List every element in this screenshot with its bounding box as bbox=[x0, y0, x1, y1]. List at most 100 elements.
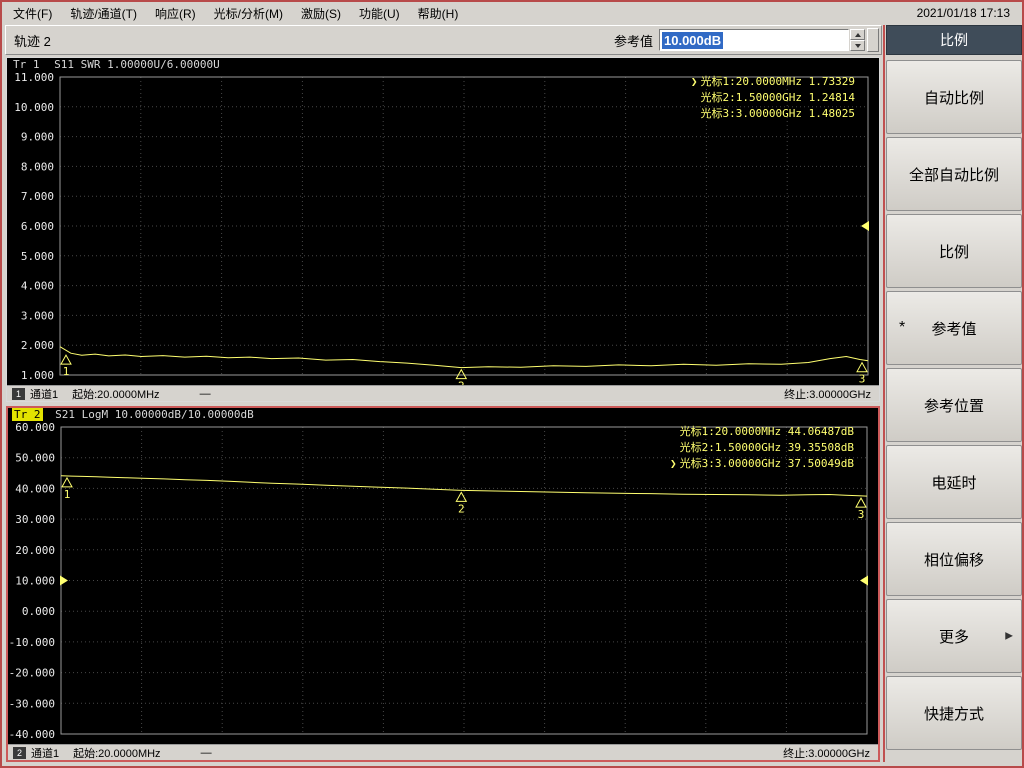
svg-text:1: 1 bbox=[63, 365, 70, 378]
chart-window-2: Tr 2 S21 LogM 10.00000dB/10.00000dB 60.0… bbox=[6, 406, 880, 762]
menu-file[interactable]: 文件(F) bbox=[4, 3, 61, 24]
svg-text:30.000: 30.000 bbox=[15, 513, 55, 526]
active-entry-asterisk: * bbox=[899, 319, 906, 336]
start-frequency: 起始:20.0000MHz bbox=[73, 747, 161, 760]
sidebar-button-label: 自动比例 bbox=[923, 89, 984, 107]
menu-response[interactable]: 响应(R) bbox=[146, 3, 205, 24]
svg-text:2.000: 2.000 bbox=[21, 339, 54, 352]
marker-readout-line: 光标2:1.50000GHz 1.24814 bbox=[691, 90, 855, 106]
ref-value-input[interactable]: 10.000dB bbox=[659, 29, 849, 51]
marker-readout-text: 光标3:3.00000GHz 1.48025 bbox=[700, 107, 855, 120]
svg-text:-20.000: -20.000 bbox=[9, 667, 55, 680]
svg-text:10.000: 10.000 bbox=[14, 101, 54, 114]
svg-text:7.000: 7.000 bbox=[21, 190, 54, 203]
svg-text:3.000: 3.000 bbox=[21, 309, 54, 322]
svg-text:0.000: 0.000 bbox=[22, 605, 55, 618]
marker-readout-line: ❯ 光标3:3.00000GHz 37.50049dB bbox=[670, 456, 854, 472]
menu-marker-analysis[interactable]: 光标/分析(M) bbox=[205, 3, 292, 24]
softkey-sidebar: 比例 自动比例 全部自动比例 比例 * 参考值 参考位置 电延时 相位偏移 更多… bbox=[886, 25, 1022, 753]
marker-readout-line: ❯ 光标1:20.0000MHz 1.73329 bbox=[691, 74, 855, 90]
sweep-indicator: — bbox=[200, 746, 212, 759]
marker-readouts-2: 光标1:20.0000MHz 44.06487dB 光标2:1.50000GHz… bbox=[670, 424, 854, 472]
marker-readout-line: 光标2:1.50000GHz 39.35508dB bbox=[670, 440, 854, 456]
channel-number-badge[interactable]: 1 bbox=[12, 387, 25, 400]
svg-text:-40.000: -40.000 bbox=[9, 728, 55, 741]
active-marker-arrow-icon: ❯ bbox=[690, 75, 698, 88]
active-window-divider bbox=[883, 25, 885, 762]
active-marker-arrow-icon: ❯ bbox=[670, 457, 677, 470]
marker-readout-text: 光标3:3.00000GHz 37.50049dB bbox=[679, 457, 854, 470]
marker-readout-text: 光标2:1.50000GHz 39.35508dB bbox=[679, 441, 854, 454]
svg-text:5.000: 5.000 bbox=[21, 250, 54, 263]
entry-toolbar: 轨迹 2 参考值 10.000dB bbox=[5, 25, 882, 55]
svg-text:1: 1 bbox=[64, 488, 71, 501]
datetime-display: 2021/01/18 17:13 bbox=[916, 6, 1010, 20]
menu-function[interactable]: 功能(U) bbox=[350, 3, 409, 24]
stop-frequency: 终止:3.00000GHz bbox=[784, 388, 871, 401]
svg-text:40.000: 40.000 bbox=[15, 482, 55, 495]
sidebar-button-label: 参考位置 bbox=[923, 397, 984, 415]
channel-name: 通道1 bbox=[30, 388, 59, 401]
trace1-params: S11 SWR 1.00000U/6.00000U bbox=[54, 58, 220, 71]
marker-readout-text: 光标1:20.0000MHz 44.06487dB bbox=[679, 425, 854, 438]
chart-window-1: Tr 1 S11 SWR 1.00000U/6.00000U 11.000 10.… bbox=[6, 57, 880, 402]
ref-value-spinner bbox=[850, 29, 865, 51]
sidebar-button-auto-scale-all[interactable]: 全部自动比例 bbox=[886, 137, 1022, 211]
chevron-up-icon bbox=[854, 32, 861, 37]
svg-text:20.000: 20.000 bbox=[15, 544, 55, 557]
softkey-menu-title: 比例 bbox=[886, 25, 1022, 55]
chevron-down-icon bbox=[854, 43, 861, 48]
sidebar-button-label: 电延时 bbox=[931, 474, 977, 492]
stop-frequency: 终止:3.00000GHz bbox=[783, 747, 870, 760]
status-bar-1: 1 通道1 起始:20.0000MHz — 终止:3.00000GHz bbox=[7, 385, 879, 401]
svg-text:50.000: 50.000 bbox=[15, 452, 55, 465]
chart-header-1: Tr 1 S11 SWR 1.00000U/6.00000U bbox=[7, 58, 879, 72]
toolbar-side-button[interactable] bbox=[867, 28, 879, 52]
ref-value-label: 参考值 bbox=[613, 33, 653, 49]
svg-text:3: 3 bbox=[859, 373, 866, 385]
start-frequency: 起始:20.0000MHz bbox=[72, 388, 160, 401]
svg-text:4.000: 4.000 bbox=[21, 280, 54, 293]
svg-text:3: 3 bbox=[858, 508, 865, 521]
trace2-badge[interactable]: Tr 2 bbox=[12, 408, 43, 421]
sidebar-button-shortcut[interactable]: 快捷方式 bbox=[886, 676, 1022, 750]
vna-application: { "menubar": { "items": [ {"label": "文件(… bbox=[0, 0, 1024, 768]
sidebar-button-reference-value[interactable]: * 参考值 bbox=[886, 291, 1022, 365]
sweep-indicator: — bbox=[199, 387, 211, 400]
sidebar-button-label: 更多 bbox=[938, 628, 969, 646]
trace2-params: S21 LogM 10.00000dB/10.00000dB bbox=[55, 408, 254, 421]
marker-readout-line: 光标3:3.00000GHz 1.48025 bbox=[691, 106, 855, 122]
menubar: 文件(F) 轨迹/通道(T) 响应(R) 光标/分析(M) 激励(S) 功能(U… bbox=[4, 3, 1020, 23]
chart-header-2: Tr 2 S21 LogM 10.00000dB/10.00000dB bbox=[8, 408, 878, 422]
menu-help[interactable]: 帮助(H) bbox=[409, 3, 468, 24]
svg-text:9.000: 9.000 bbox=[21, 131, 54, 144]
svg-text:10.000: 10.000 bbox=[15, 575, 55, 588]
sidebar-button-reference-position[interactable]: 参考位置 bbox=[886, 368, 1022, 442]
marker-readouts-1: ❯ 光标1:20.0000MHz 1.73329 光标2:1.50000GHz 1… bbox=[691, 74, 855, 122]
svg-text:-30.000: -30.000 bbox=[9, 697, 55, 710]
channel-number-badge[interactable]: 2 bbox=[13, 746, 26, 759]
sidebar-button-label: 相位偏移 bbox=[923, 551, 984, 569]
sidebar-button-auto-scale[interactable]: 自动比例 bbox=[886, 60, 1022, 134]
sidebar-button-phase-offset[interactable]: 相位偏移 bbox=[886, 522, 1022, 596]
softkey-buttons: 自动比例 全部自动比例 比例 * 参考值 参考位置 电延时 相位偏移 更多 ▶ … bbox=[886, 60, 1022, 750]
menu-trace-channel[interactable]: 轨迹/通道(T) bbox=[61, 3, 146, 24]
status-bar-2: 2 通道1 起始:20.0000MHz — 终止:3.00000GHz bbox=[8, 744, 878, 760]
sidebar-button-label: 快捷方式 bbox=[923, 705, 984, 723]
sidebar-button-label: 参考值 bbox=[931, 320, 977, 338]
sidebar-button-label: 全部自动比例 bbox=[908, 166, 999, 184]
sidebar-button-label: 比例 bbox=[938, 243, 969, 261]
svg-text:8.000: 8.000 bbox=[21, 160, 54, 173]
sidebar-button-more[interactable]: 更多 ▶ bbox=[886, 599, 1022, 673]
spinner-up-button[interactable] bbox=[850, 29, 865, 40]
menu-stimulus[interactable]: 激励(S) bbox=[292, 3, 350, 24]
spinner-down-button[interactable] bbox=[850, 40, 865, 51]
svg-text:6.000: 6.000 bbox=[21, 220, 54, 233]
marker-readout-text: 光标2:1.50000GHz 1.24814 bbox=[700, 91, 855, 104]
svg-text:1.000: 1.000 bbox=[21, 369, 54, 382]
svg-text:11.000: 11.000 bbox=[14, 72, 54, 84]
sidebar-button-scale[interactable]: 比例 bbox=[886, 214, 1022, 288]
trace1-badge[interactable]: Tr 1 bbox=[11, 58, 42, 71]
sidebar-button-electrical-delay[interactable]: 电延时 bbox=[886, 445, 1022, 519]
marker-readout-line: 光标1:20.0000MHz 44.06487dB bbox=[670, 424, 854, 440]
